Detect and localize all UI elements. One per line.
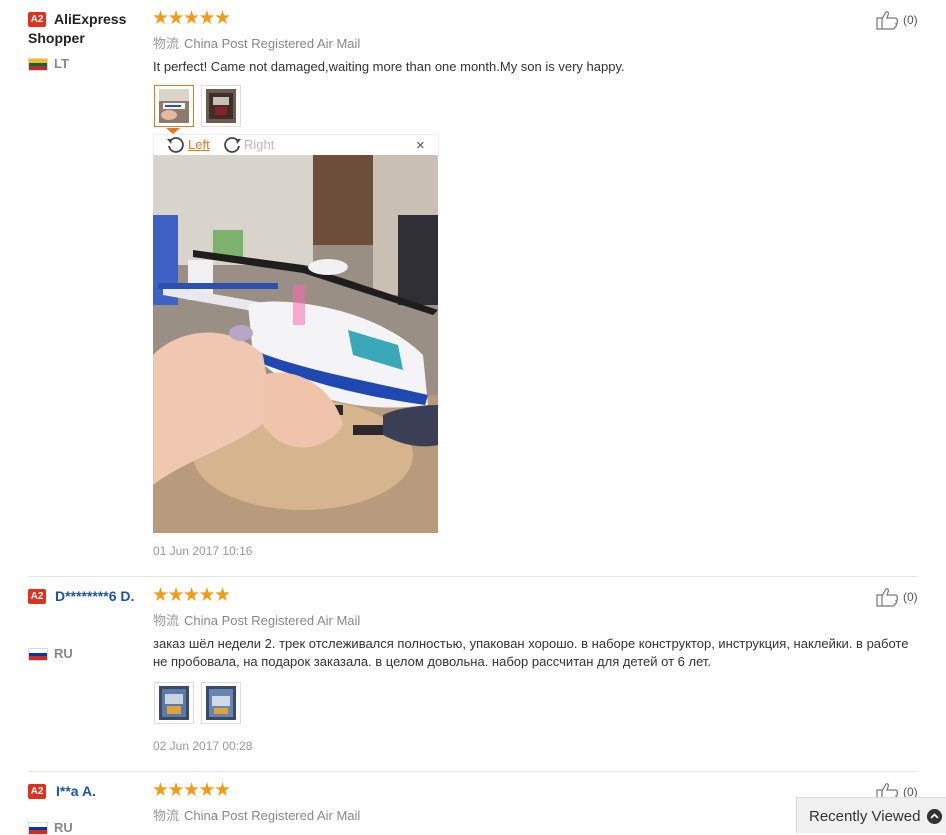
rotate-left-icon[interactable] [166, 136, 186, 154]
star-icon [153, 782, 168, 797]
photo-viewer-toolbar: Left Right × [153, 134, 439, 154]
shipping-method: 物流 China Post Registered Air Mail [153, 610, 360, 629]
shipping-method: 物流 China Post Registered Air Mail [153, 33, 360, 52]
review-photo-thumb[interactable] [154, 85, 194, 127]
thumbs-up-icon [876, 588, 899, 607]
star-icon [199, 782, 215, 797]
reviewer-name: D********6 D. [55, 588, 135, 604]
star-icon [199, 587, 215, 602]
star-icon [215, 587, 230, 602]
star-icon [215, 10, 230, 25]
review-date: 01 Jun 2017 10:16 [153, 544, 253, 558]
star-icon [168, 10, 184, 25]
recently-viewed-tab[interactable]: Recently Viewed [796, 797, 946, 833]
recently-viewed-label: Recently Viewed [809, 808, 921, 825]
review-text: It perfect! Came not damaged,waiting mor… [153, 59, 625, 74]
rating-stars [153, 10, 231, 26]
shipping-method: 物流 China Post Registered Air Mail [153, 805, 360, 824]
photo-thumbnail [159, 89, 189, 123]
rating-stars [153, 782, 231, 798]
review-date: 02 Jun 2017 00:28 [153, 739, 253, 753]
shipping-label: 物流 [153, 808, 180, 823]
reviewer-name: I**a A. [56, 783, 96, 799]
review-photo-thumb[interactable] [201, 682, 241, 724]
star-icon [184, 10, 199, 25]
reviewer-country: LT [54, 56, 69, 71]
close-icon[interactable]: × [416, 137, 425, 154]
rotate-left-button[interactable]: Left [188, 137, 210, 152]
helpful-count: (0) [903, 590, 918, 604]
star-icon [153, 10, 168, 25]
review-item: A2 D********6 D. RU 物流 China Post Registe… [0, 577, 946, 771]
review-photo-thumb[interactable] [154, 682, 194, 724]
reviewer-country: RU [54, 646, 73, 661]
shipping-label: 物流 [153, 36, 180, 51]
photo-thumbnail [206, 89, 236, 123]
helpful-count: (0) [903, 13, 918, 27]
review-photo [153, 155, 438, 533]
star-icon [184, 587, 199, 602]
flag-ru-icon [28, 822, 48, 835]
flag-ru-icon [28, 648, 48, 661]
shipping-label: 物流 [153, 613, 180, 628]
star-icon [153, 587, 168, 602]
photo-thumbnail [206, 686, 236, 720]
star-icon [215, 782, 230, 797]
star-icon [199, 10, 215, 25]
photo-viewer: Left Right × [153, 134, 439, 534]
flag-lt-icon [28, 58, 48, 71]
shipping-value: China Post Registered Air Mail [184, 613, 361, 628]
review-item: A2 AliExpress Shopper LT 物流 China Post Re… [0, 0, 946, 576]
rating-stars [153, 587, 231, 603]
star-icon [184, 782, 199, 797]
reviewer-name: AliExpress Shopper [28, 11, 127, 46]
rotate-right-button[interactable]: Right [244, 137, 274, 152]
thumbs-up-icon [876, 11, 899, 30]
star-icon [168, 782, 184, 797]
review-text: заказ шёл недели 2. трек отслеживался по… [153, 636, 909, 669]
shipping-value: China Post Registered Air Mail [184, 808, 361, 823]
star-icon [168, 587, 184, 602]
chevron-up-icon [927, 809, 942, 824]
rotate-right-icon[interactable] [222, 136, 242, 154]
shipping-value: China Post Registered Air Mail [184, 36, 361, 51]
photo-thumbnail [159, 686, 189, 720]
review-photo-thumb[interactable] [201, 85, 241, 127]
